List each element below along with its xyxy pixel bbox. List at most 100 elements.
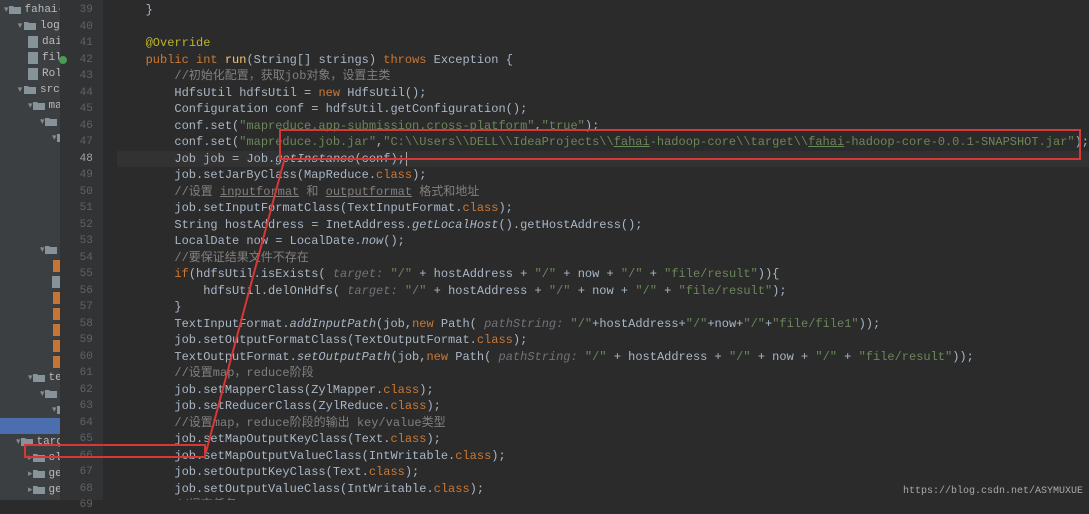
code-line[interactable]: public int run(String[] strings) throws …: [117, 52, 1089, 69]
tree-item[interactable]: ▾com.fahai: [0, 402, 60, 418]
line-number[interactable]: 59: [61, 332, 93, 349]
line-number[interactable]: 53: [61, 233, 93, 250]
line-number[interactable]: 56: [61, 283, 93, 300]
code-line[interactable]: TextInputFormat.addInputPath(job,new Pat…: [117, 316, 1089, 333]
tree-item[interactable]: yarn-site.xml: [0, 354, 60, 370]
line-number[interactable]: 43: [61, 68, 93, 85]
code-line[interactable]: //要保证结果文件不存在: [117, 250, 1089, 267]
tree-item[interactable]: ▾target: [0, 434, 60, 450]
line-number[interactable]: 52: [61, 217, 93, 234]
project-tree[interactable]: ▾fahai-hadoop-core C:\Users\DELL\IdeaPro…: [0, 0, 61, 500]
line-number[interactable]: 69: [61, 497, 93, 514]
line-number[interactable]: 67: [61, 464, 93, 481]
tree-item[interactable]: ▾main: [0, 98, 60, 114]
tree-item[interactable]: ▸classes: [0, 450, 60, 466]
line-number[interactable]: 63: [61, 398, 93, 415]
tree-item[interactable]: hadoop.properties: [0, 274, 60, 290]
code-line[interactable]: conf.set("mapreduce.job.jar","C:\\Users\…: [117, 134, 1089, 151]
code-line[interactable]: job.setJarByClass(MapReduce.class);: [117, 167, 1089, 184]
code-line[interactable]: }: [117, 299, 1089, 316]
tree-label: fahai-hadoop-core: [25, 4, 61, 16]
code-line[interactable]: job.setMapOutputValueClass(IntWritable.c…: [117, 448, 1089, 465]
line-number[interactable]: 45: [61, 101, 93, 118]
line-number[interactable]: 65: [61, 431, 93, 448]
tree-item[interactable]: ▾java: [0, 114, 60, 130]
code-line[interactable]: job.setMapOutputKeyClass(Text.class);: [117, 431, 1089, 448]
line-number[interactable]: 44: [61, 85, 93, 102]
line-number[interactable]: 49: [61, 167, 93, 184]
code-line[interactable]: [117, 19, 1089, 36]
line-number[interactable]: 54: [61, 250, 93, 267]
code-line[interactable]: //设置 inputformat 和 outputformat 格式和地址: [117, 184, 1089, 201]
tree-item[interactable]: CAppTest: [0, 418, 61, 434]
tree-item[interactable]: CHdfsUtil: [0, 162, 61, 178]
expand-arrow[interactable]: ▾: [16, 85, 24, 95]
tree-item[interactable]: log4j.xml: [0, 322, 60, 338]
line-number[interactable]: 42: [61, 52, 93, 69]
folder-open-icon: [21, 435, 33, 449]
line-number[interactable]: 51: [61, 200, 93, 217]
tree-item[interactable]: dailyRollingAppender.log: [0, 34, 60, 50]
code-line[interactable]: conf.set("mapreduce.app-submission.cross…: [117, 118, 1089, 135]
tree-item[interactable]: hive-site.xml: [0, 306, 60, 322]
tree-item[interactable]: mapred-site.xml: [0, 338, 60, 354]
code-editor[interactable]: 3940414243444546474849505152535455565758…: [61, 0, 1089, 500]
code-line[interactable]: Configuration conf = hdfsUtil.getConfigu…: [117, 101, 1089, 118]
tree-item[interactable]: CMapReduce: [0, 194, 61, 210]
code-line[interactable]: //设置map，reduce阶段的输出 key/value类型: [117, 415, 1089, 432]
code-line[interactable]: String hostAddress = InetAddress.getLoca…: [117, 217, 1089, 234]
tree-item[interactable]: core-site.xml: [0, 258, 60, 274]
tree-item[interactable]: ▾dirver.calculate: [0, 178, 61, 194]
line-number[interactable]: 60: [61, 349, 93, 366]
line-number[interactable]: 66: [61, 448, 93, 465]
tree-item[interactable]: ▾core.config: [0, 146, 61, 162]
code-line[interactable]: }: [117, 2, 1089, 19]
code-line[interactable]: job.setMapperClass(ZylMapper.class);: [117, 382, 1089, 399]
tree-item[interactable]: hdfs-site.xml: [0, 290, 60, 306]
line-number[interactable]: 46: [61, 118, 93, 135]
code-line[interactable]: if(hdfsUtil.isExists( target: "/" + host…: [117, 266, 1089, 283]
tree-item[interactable]: ▾fahai-hadoop-core C:\Users\DELL\IdeaPro…: [0, 2, 60, 18]
tree-item[interactable]: ▾resources: [0, 242, 60, 258]
tree-item[interactable]: CZylReduce: [0, 226, 61, 242]
tree-item[interactable]: ▾log: [0, 18, 60, 34]
tree-item[interactable]: ▾java: [0, 386, 60, 402]
line-number[interactable]: 55: [61, 266, 93, 283]
line-number[interactable]: 58: [61, 316, 93, 333]
code-line[interactable]: job.setReducerClass(ZylReduce.class);: [117, 398, 1089, 415]
code-line[interactable]: TextOutputFormat.setOutputPath(job,new P…: [117, 349, 1089, 366]
line-number[interactable]: 48: [61, 151, 93, 168]
line-number[interactable]: 50: [61, 184, 93, 201]
code-line[interactable]: job.setOutputKeyClass(Text.class);: [117, 464, 1089, 481]
line-number[interactable]: 68: [61, 481, 93, 498]
code-line[interactable]: Job job = Job.getInstance(conf);: [117, 151, 1089, 168]
line-number[interactable]: 47: [61, 134, 93, 151]
code-line[interactable]: hdfsUtil.delOnHdfs( target: "/" + hostAd…: [117, 283, 1089, 300]
tree-item[interactable]: CZylMapper: [0, 210, 61, 226]
line-number[interactable]: 61: [61, 365, 93, 382]
line-number[interactable]: 40: [61, 19, 93, 36]
code-line[interactable]: job.setOutputFormatClass(TextOutputForma…: [117, 332, 1089, 349]
override-gutter-icon[interactable]: [59, 56, 67, 64]
code-area[interactable]: } @Override public int run(String[] stri…: [103, 0, 1089, 500]
tree-item[interactable]: fileAppender.log: [0, 50, 60, 66]
line-number[interactable]: 62: [61, 382, 93, 399]
code-line[interactable]: //设置map，reduce阶段: [117, 365, 1089, 382]
tree-item[interactable]: ▸generated-sources: [0, 466, 60, 482]
tree-item[interactable]: ▾com.fahai.bigdata: [0, 130, 60, 146]
code-line[interactable]: HdfsUtil hdfsUtil = new HdfsUtil();: [117, 85, 1089, 102]
tree-item[interactable]: ▸generated-test-sources: [0, 482, 60, 498]
code-line[interactable]: LocalDate now = LocalDate.now();: [117, 233, 1089, 250]
tree-item[interactable]: ▾src: [0, 82, 60, 98]
tree-label: dailyRollingAppender.log: [42, 36, 61, 48]
expand-arrow[interactable]: ▾: [16, 21, 24, 31]
code-line[interactable]: //初始化配置，获取job对象，设置主类: [117, 68, 1089, 85]
tree-item[interactable]: ▾test: [0, 370, 60, 386]
tree-item[interactable]: RollingFileAppender.log: [0, 66, 60, 82]
line-number[interactable]: 57: [61, 299, 93, 316]
code-line[interactable]: @Override: [117, 35, 1089, 52]
line-number[interactable]: 39: [61, 2, 93, 19]
line-number[interactable]: 41: [61, 35, 93, 52]
code-line[interactable]: job.setInputFormatClass(TextInputFormat.…: [117, 200, 1089, 217]
line-number[interactable]: 64: [61, 415, 93, 432]
